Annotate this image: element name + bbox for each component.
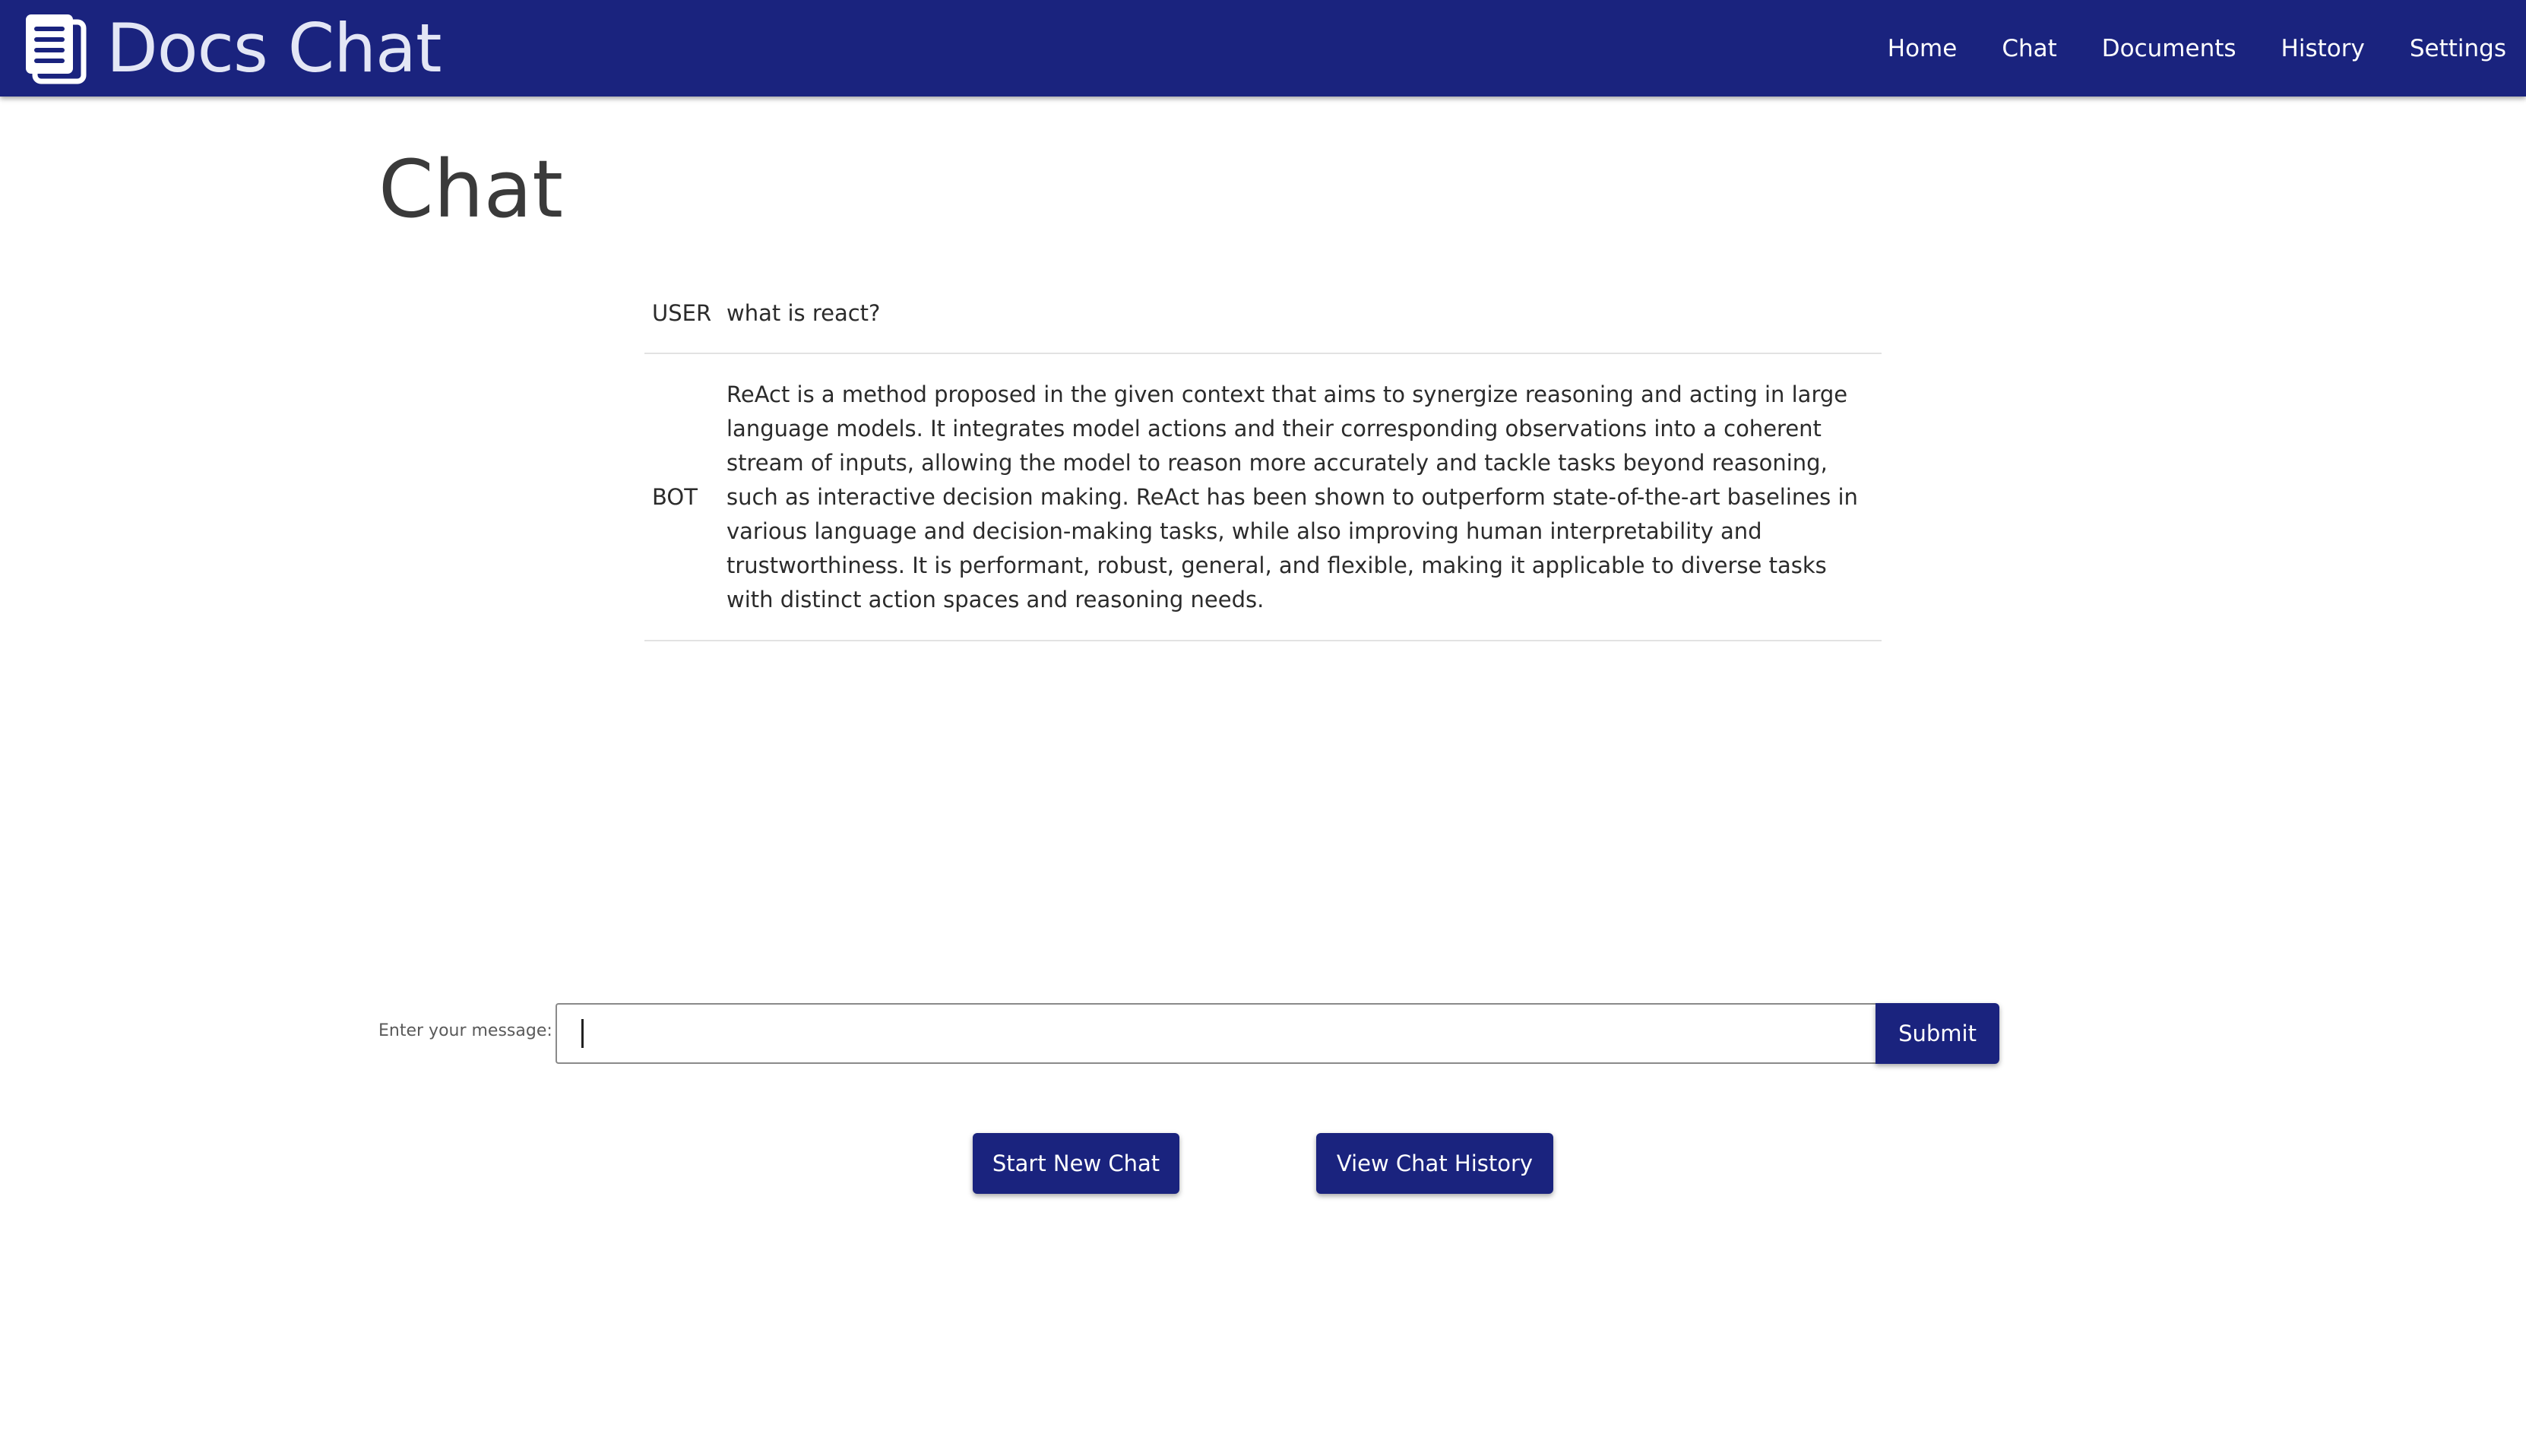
message-input-label: Enter your message:: [378, 1021, 552, 1040]
nav-item-settings[interactable]: Settings: [2410, 35, 2506, 62]
nav-item-home[interactable]: Home: [1888, 35, 1958, 62]
app-title: Docs Chat: [106, 8, 442, 87]
message-row-bot: BOT ReAct is a method proposed in the gi…: [644, 354, 1882, 641]
nav-item-history[interactable]: History: [2281, 35, 2365, 62]
brand[interactable]: Docs Chat: [24, 0, 442, 97]
view-chat-history-button[interactable]: View Chat History: [1316, 1133, 1553, 1194]
message-role: BOT: [652, 484, 698, 510]
message-row-user: USER what is react?: [644, 274, 1882, 354]
nav-item-chat[interactable]: Chat: [2002, 35, 2056, 62]
message-text: ReAct is a method proposed in the given …: [726, 381, 1858, 612]
submit-button[interactable]: Submit: [1876, 1003, 1999, 1064]
message-role: USER: [652, 300, 712, 326]
message-text: what is react?: [726, 299, 881, 326]
chat-messages: USER what is react? BOT ReAct is a metho…: [644, 274, 1882, 641]
page-title: Chat: [378, 143, 564, 236]
start-new-chat-button[interactable]: Start New Chat: [973, 1133, 1179, 1194]
nav-menu: Home Chat Documents History Settings: [1843, 0, 2506, 97]
message-input[interactable]: [556, 1003, 1877, 1064]
document-icon: [26, 14, 87, 84]
text-cursor: [581, 1019, 584, 1048]
nav-item-documents[interactable]: Documents: [2102, 35, 2236, 62]
navbar: Docs Chat Home Chat Documents History Se…: [0, 0, 2526, 97]
